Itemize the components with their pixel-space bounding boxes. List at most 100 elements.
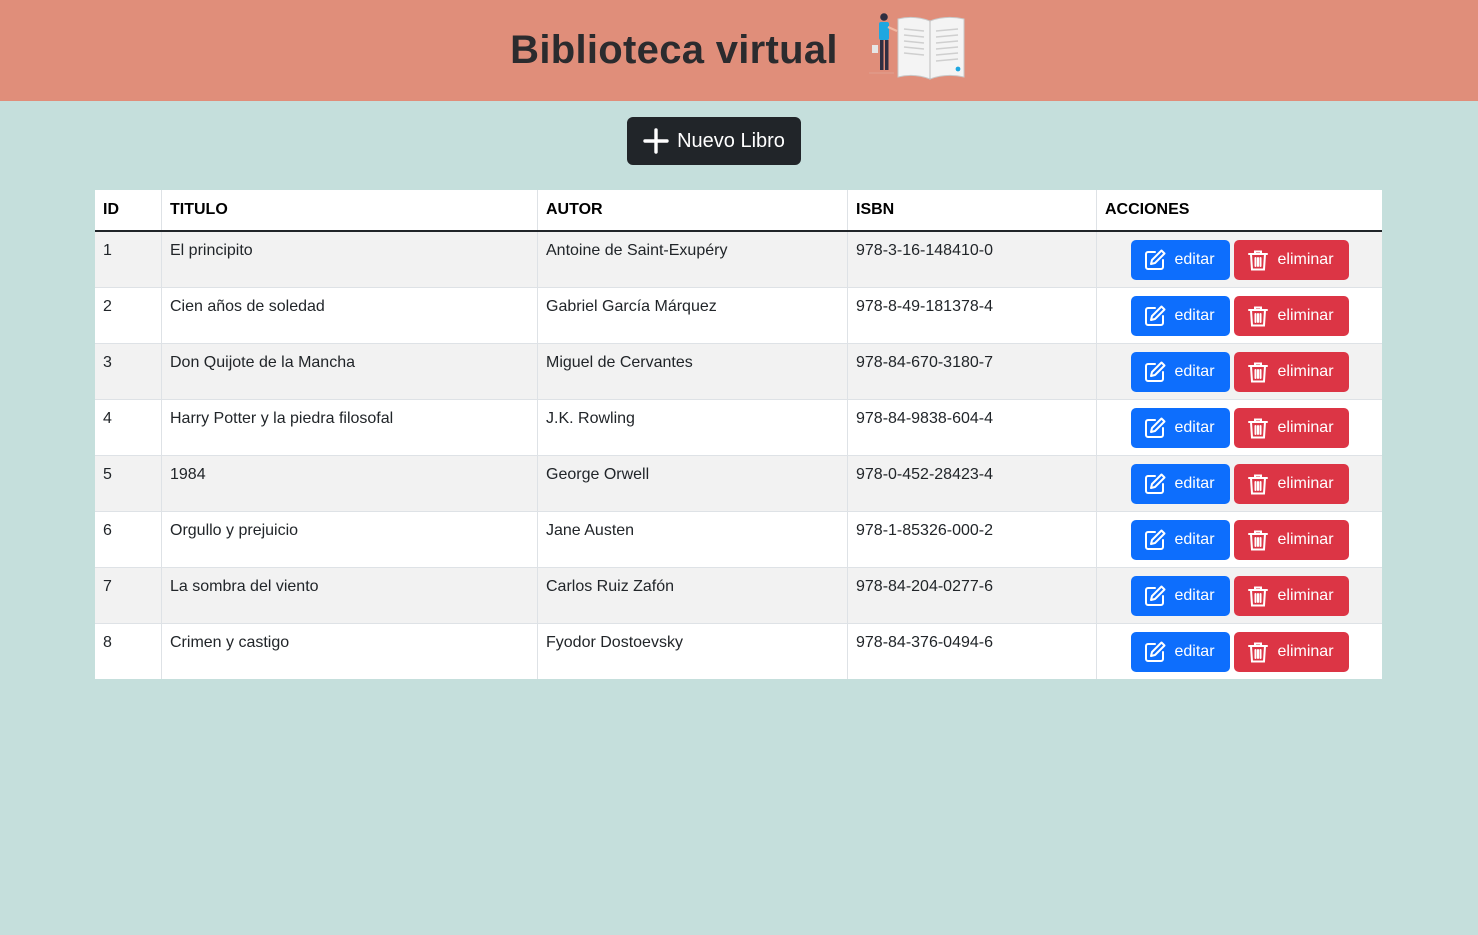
new-book-button[interactable]: Nuevo Libro: [627, 117, 801, 165]
column-header-actions: ACCIONES: [1096, 190, 1382, 232]
edit-icon: [1144, 641, 1165, 662]
edit-button[interactable]: editar: [1130, 351, 1230, 392]
edit-button[interactable]: editar: [1130, 575, 1230, 616]
edit-label: editar: [1174, 586, 1215, 604]
cell-title: 1984: [161, 454, 538, 511]
page-title: Biblioteca virtual: [510, 28, 838, 72]
edit-icon: [1144, 473, 1165, 494]
cell-id: 3: [95, 342, 162, 399]
edit-label: editar: [1174, 474, 1215, 492]
cell-id: 7: [95, 566, 162, 623]
edit-label: editar: [1174, 418, 1215, 436]
cell-author: Carlos Ruiz Zafón: [537, 566, 848, 623]
cell-author: J.K. Rowling: [537, 398, 848, 455]
cell-id: 2: [95, 286, 162, 343]
delete-label: eliminar: [1277, 642, 1334, 660]
reading-book-illustration: [868, 12, 965, 80]
delete-label: eliminar: [1277, 306, 1334, 324]
column-header-id: ID: [95, 190, 162, 232]
cell-title: Crimen y castigo: [161, 622, 538, 679]
table-row: 4 Harry Potter y la piedra filosofal J.K…: [95, 398, 1382, 455]
cell-title: Cien años de soledad: [161, 286, 538, 343]
delete-button[interactable]: eliminar: [1233, 463, 1349, 504]
edit-icon: [1144, 417, 1165, 438]
cell-isbn: 978-84-204-0277-6: [847, 566, 1097, 623]
books-table: ID TITULO AUTOR ISBN ACCIONES 1 El princ…: [95, 190, 1382, 679]
cell-isbn: 978-1-85326-000-2: [847, 510, 1097, 567]
trash-icon: [1247, 306, 1268, 326]
cell-id: 5: [95, 454, 162, 511]
plus-icon: [643, 128, 669, 154]
cell-actions: editar eliminar: [1096, 510, 1382, 567]
delete-button[interactable]: eliminar: [1233, 519, 1349, 560]
cell-title: La sombra del viento: [161, 566, 538, 623]
edit-label: editar: [1174, 530, 1215, 548]
cell-isbn: 978-84-670-3180-7: [847, 342, 1097, 399]
delete-button[interactable]: eliminar: [1233, 351, 1349, 392]
table-row: 8 Crimen y castigo Fyodor Dostoevsky 978…: [95, 622, 1382, 679]
edit-button[interactable]: editar: [1130, 240, 1230, 280]
column-header-author: AUTOR: [537, 190, 848, 232]
table-row: 6 Orgullo y prejuicio Jane Austen 978-1-…: [95, 510, 1382, 567]
edit-label: editar: [1174, 362, 1215, 380]
toolbar: Nuevo Libro: [0, 101, 1478, 189]
table-row: 1 El principito Antoine de Saint-Exupéry…: [95, 230, 1382, 287]
edit-icon: [1144, 529, 1165, 550]
table-row: 2 Cien años de soledad Gabriel García Má…: [95, 286, 1382, 343]
edit-icon: [1144, 585, 1165, 606]
delete-button[interactable]: eliminar: [1233, 631, 1349, 672]
delete-label: eliminar: [1277, 586, 1334, 604]
cell-author: Antoine de Saint-Exupéry: [537, 230, 848, 287]
cell-author: Fyodor Dostoevsky: [537, 622, 848, 679]
trash-icon: [1247, 250, 1268, 271]
cell-id: 6: [95, 510, 162, 567]
cell-actions: editar eliminar: [1096, 286, 1382, 343]
cell-isbn: 978-84-9838-604-4: [847, 398, 1097, 455]
cell-actions: editar eliminar: [1096, 622, 1382, 679]
edit-icon: [1144, 305, 1165, 326]
cell-id: 4: [95, 398, 162, 455]
edit-button[interactable]: editar: [1130, 407, 1230, 448]
cell-isbn: 978-0-452-28423-4: [847, 454, 1097, 511]
edit-button[interactable]: editar: [1130, 519, 1230, 560]
cell-id: 8: [95, 622, 162, 679]
delete-label: eliminar: [1277, 362, 1334, 380]
trash-icon: [1247, 530, 1268, 550]
cell-title: Harry Potter y la piedra filosofal: [161, 398, 538, 455]
table-row: 7 La sombra del viento Carlos Ruiz Zafón…: [95, 566, 1382, 623]
delete-label: eliminar: [1277, 474, 1334, 492]
edit-label: editar: [1174, 251, 1215, 268]
delete-label: eliminar: [1277, 530, 1334, 548]
cell-actions: editar eliminar: [1096, 342, 1382, 399]
delete-button[interactable]: eliminar: [1233, 295, 1349, 336]
cell-author: George Orwell: [537, 454, 848, 511]
cell-title: Don Quijote de la Mancha: [161, 342, 538, 399]
delete-label: eliminar: [1277, 251, 1334, 268]
edit-button[interactable]: editar: [1130, 631, 1230, 672]
cell-actions: editar eliminar: [1096, 230, 1382, 287]
edit-label: editar: [1174, 306, 1215, 324]
cell-author: Miguel de Cervantes: [537, 342, 848, 399]
cell-title: El principito: [161, 230, 538, 287]
trash-icon: [1247, 474, 1268, 494]
edit-icon: [1144, 361, 1165, 382]
edit-button[interactable]: editar: [1130, 295, 1230, 336]
column-header-title: TITULO: [161, 190, 538, 232]
delete-button[interactable]: eliminar: [1233, 575, 1349, 616]
edit-label: editar: [1174, 642, 1215, 660]
new-book-label: Nuevo Libro: [677, 129, 785, 152]
cell-actions: editar eliminar: [1096, 454, 1382, 511]
cell-isbn: 978-8-49-181378-4: [847, 286, 1097, 343]
delete-button[interactable]: eliminar: [1233, 407, 1349, 448]
table-header-row: ID TITULO AUTOR ISBN ACCIONES: [95, 190, 1382, 232]
cell-title: Orgullo y prejuicio: [161, 510, 538, 567]
cell-actions: editar eliminar: [1096, 566, 1382, 623]
cell-isbn: 978-84-376-0494-6: [847, 622, 1097, 679]
edit-icon: [1144, 249, 1165, 270]
delete-button[interactable]: eliminar: [1233, 240, 1349, 280]
table-row: 3 Don Quijote de la Mancha Miguel de Cer…: [95, 342, 1382, 399]
edit-button[interactable]: editar: [1130, 463, 1230, 504]
column-header-isbn: ISBN: [847, 190, 1097, 232]
trash-icon: [1247, 586, 1268, 606]
cell-actions: editar eliminar: [1096, 398, 1382, 455]
